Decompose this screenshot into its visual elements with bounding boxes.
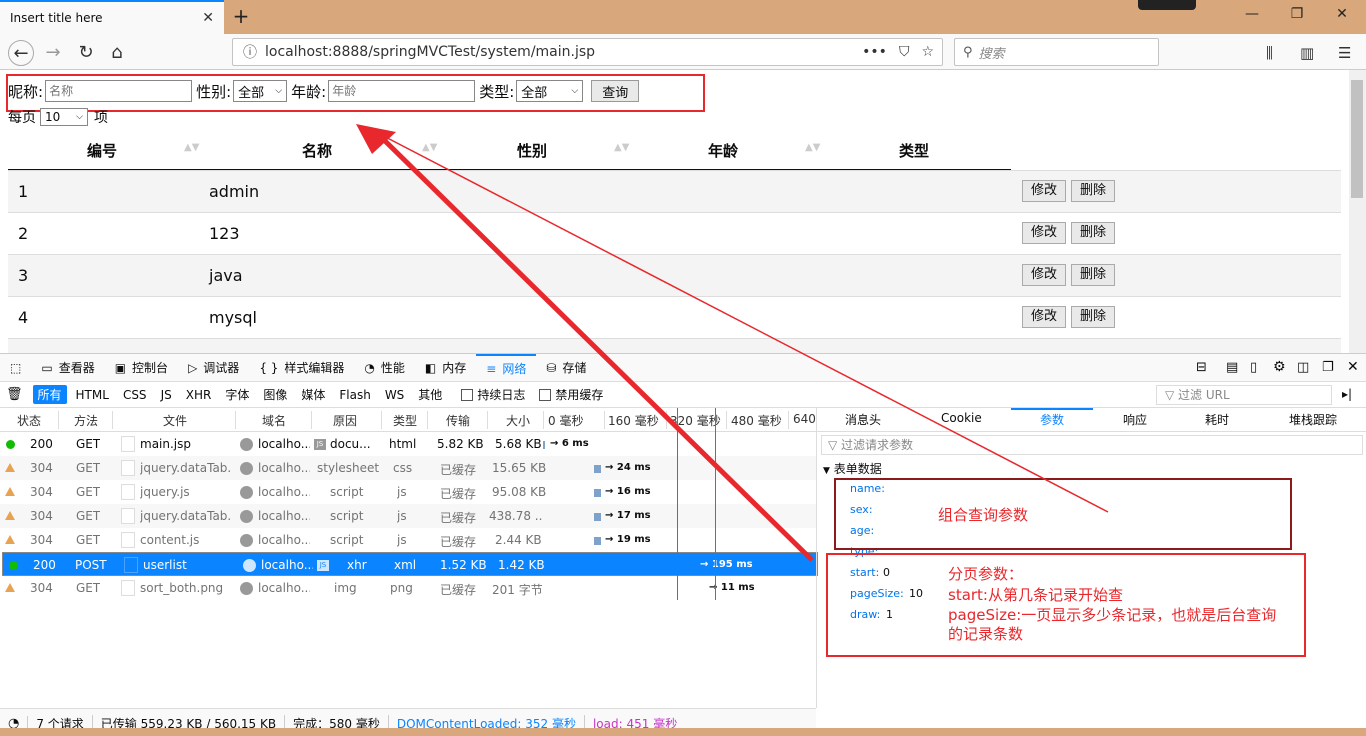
taskbar (0, 728, 1366, 736)
annotation-arrows (356, 124, 1109, 562)
annotation-thick-arrow (378, 134, 814, 562)
annotation-thin-arrow (371, 129, 1109, 513)
